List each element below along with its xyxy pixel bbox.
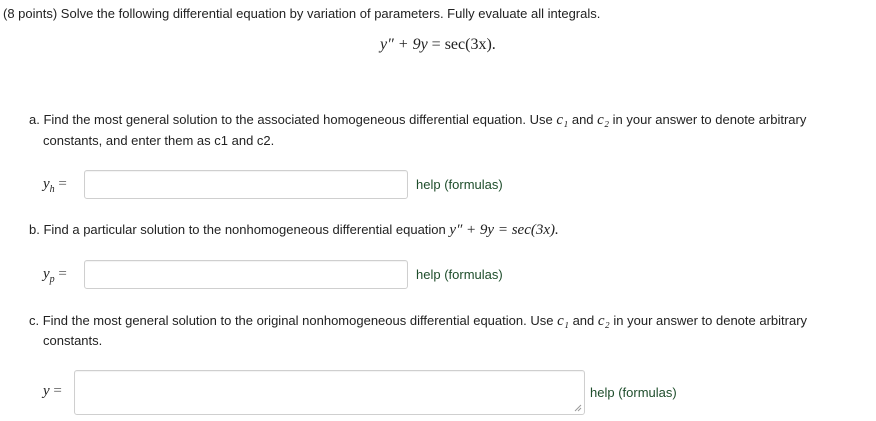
part-c-text: c. Find the most general solution to the…: [29, 313, 554, 328]
help-formulas-link-a[interactable]: help (formulas): [416, 177, 503, 192]
help-formulas-link-c[interactable]: help (formulas): [590, 385, 677, 400]
part-c-text-end: in your answer to denote arbitrary: [613, 313, 808, 328]
c1-symbol: c₁: [556, 112, 569, 128]
part-b-text: b. Find a particular solution to the non…: [29, 222, 446, 237]
c1-symbol-c: c₁: [557, 313, 569, 329]
equation-lhs: y″ + 9y: [380, 36, 428, 53]
equals-sign: =: [431, 36, 441, 53]
and-word: and: [571, 112, 594, 127]
part-a-text-end: in your answer to denote arbitrary: [612, 112, 807, 127]
yh-input[interactable]: [84, 170, 408, 199]
part-c-text-line1: c. Find the most general solution to the…: [29, 313, 807, 330]
part-b-text-line: b. Find a particular solution to the non…: [29, 222, 559, 239]
y-textarea[interactable]: [74, 370, 585, 415]
part-b-equation: y″ + 9y = sec(3x).: [449, 222, 559, 238]
problem-intro: (8 points) Solve the following different…: [3, 6, 601, 21]
yp-label: yp =: [43, 266, 67, 285]
part-a-text-line1: a. Find the most general solution to the…: [29, 112, 806, 129]
display-equation: y″ + 9y = sec(3x).: [380, 36, 496, 54]
resize-handle-icon[interactable]: [573, 403, 582, 412]
part-c-text-line2: constants.: [43, 333, 103, 348]
c2-symbol-c: c₂: [597, 313, 610, 329]
part-a-text-line2: constants, and enter them as c1 and c2.: [43, 133, 275, 148]
equation-rhs: sec(3x).: [444, 36, 496, 53]
help-formulas-link-b[interactable]: help (formulas): [416, 267, 503, 282]
c2-symbol: c₂: [597, 112, 610, 128]
yp-input[interactable]: [84, 260, 408, 289]
part-a-text: a. Find the most general solution to the…: [29, 112, 553, 127]
yh-label: yh =: [43, 176, 67, 195]
and-word-c: and: [572, 313, 595, 328]
y-label: y =: [43, 383, 62, 399]
